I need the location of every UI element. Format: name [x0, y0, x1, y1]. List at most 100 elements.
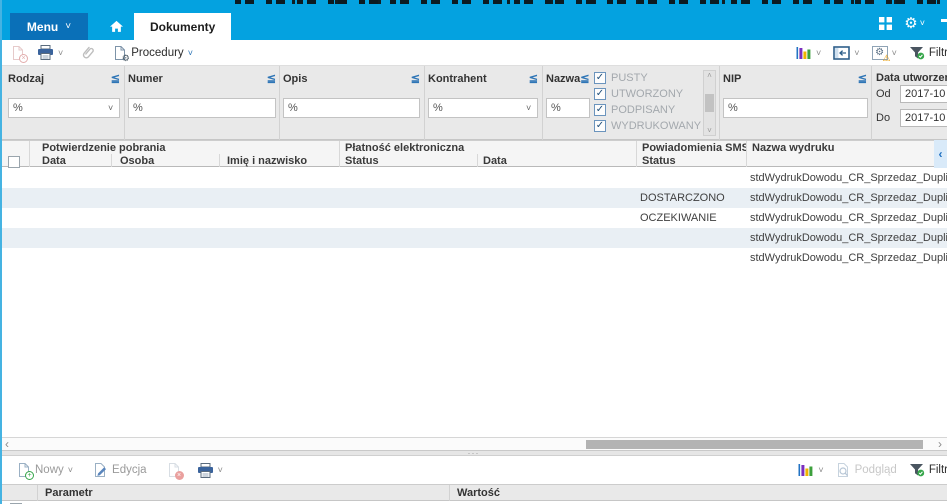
scrollbar-thumb[interactable] — [586, 440, 923, 449]
scroll-right-icon[interactable]: › — [933, 437, 947, 451]
filtr-label: Filtr — [928, 46, 947, 59]
app-window: Menu ˅ Dokumenty ⚙ ˅ × ˅ ⚙ Procedury ˅ ˅… — [0, 0, 947, 504]
clipped-background-content — [235, 0, 947, 4]
podglad-button[interactable]: Podgląd — [833, 460, 900, 480]
nowy-button[interactable]: + Nowy ˅ — [14, 460, 76, 480]
sort-icon[interactable]: ≦ — [411, 72, 420, 85]
column-header-osoba: Osoba — [112, 154, 220, 167]
delete-document-icon: × — [11, 45, 28, 63]
filter-header-numer: Numer ≦ — [128, 72, 276, 86]
params-toolbar: + Nowy ˅ Edycja × ˅ ˅ Podgląd Filtr — [0, 456, 947, 484]
cell-nazwa-wydruku: stdWydrukDowodu_CR_Sprzedaz_Duplik — [750, 232, 947, 244]
attachment-button[interactable] — [78, 43, 98, 62]
status-option-utworzony[interactable]: ✓ UTWORZONY — [594, 86, 716, 102]
statistics-button[interactable]: ˅ — [795, 461, 826, 479]
panel-left-arrow-icon — [833, 45, 851, 60]
scroll-up-icon[interactable]: ˄ — [707, 71, 712, 80]
filter-header-nazwa: Nazwa ≦ — [546, 72, 590, 86]
table-row[interactable]: stdWydrukDowodu_CR_Sprzedaz_Duplik — [0, 228, 947, 248]
table-row[interactable]: OCZEKIWANIE stdWydrukDowodu_CR_Sprzedaz_… — [0, 208, 947, 228]
new-document-icon: + — [17, 462, 34, 480]
table-row[interactable]: stdWydrukDowodu_CR_Sprzedaz_Duplik — [0, 168, 947, 188]
printer-icon — [197, 462, 213, 478]
window-left-border — [0, 0, 2, 504]
chevron-down-icon: ˅ — [919, 18, 925, 28]
apps-grid-button[interactable] — [879, 16, 893, 30]
print-button[interactable]: ˅ — [34, 43, 66, 62]
bar-chart-icon — [798, 464, 813, 476]
sort-icon[interactable]: ≦ — [858, 72, 867, 85]
chevron-down-icon: ˅ — [818, 465, 824, 475]
main-toolbar: × ˅ ⚙ Procedury ˅ ˅ ˅ ⚙ ⚠ ˅ Filtr — [0, 40, 947, 66]
podglad-label: Podgląd — [854, 464, 897, 476]
filter-params-button[interactable]: Filtr — [906, 461, 947, 479]
home-button[interactable] — [100, 13, 132, 40]
cell-sms-status: OCZEKIWANIE — [640, 212, 717, 224]
print-params-button[interactable]: ˅ — [194, 461, 226, 480]
panel-layout-button[interactable]: ˅ — [830, 44, 862, 62]
edycja-button[interactable]: Edycja — [90, 460, 150, 480]
group-header-powiadomienia-sms: Powiadomienia SMS — [637, 141, 747, 154]
status-option-pusty[interactable]: ✓ PUSTY — [594, 70, 716, 86]
scroll-down-icon[interactable]: ˅ — [707, 126, 712, 135]
tab-dokumenty[interactable]: Dokumenty — [134, 13, 232, 40]
status-option-wydrukowany[interactable]: ✓ WYDRUKOWANY — [594, 118, 716, 134]
numer-input[interactable] — [128, 98, 276, 118]
procedury-button[interactable]: ⚙ Procedury ˅ — [110, 43, 196, 63]
settings-button[interactable]: ⚙ ˅ — [904, 16, 925, 31]
chevron-down-icon: ˅ — [65, 21, 72, 32]
column-header-data-2: Data — [478, 154, 637, 167]
date-do-input[interactable] — [900, 109, 947, 127]
filter-panel: Rodzaj≦ ˅ Numer≦ Opis≦ Kontrahent≦ ˅ Naz… — [0, 66, 947, 140]
date-od-input[interactable] — [900, 85, 947, 103]
sort-icon[interactable]: ≦ — [267, 72, 276, 85]
group-header-potwierdzenie-pobrania: Potwierdzenie pobrania — [30, 141, 340, 154]
sort-icon[interactable]: ≦ — [529, 72, 538, 85]
scrollbar-thumb[interactable] — [705, 94, 714, 112]
table-row[interactable]: DOSTARCZONO stdWydrukDowodu_CR_Sprzedaz_… — [0, 188, 947, 208]
main-toolbar-right: ˅ ˅ ⚙ ⚠ ˅ Filtr — [793, 44, 947, 62]
grid-settings-button[interactable]: ⚙ ⚠ ˅ — [869, 44, 900, 62]
delete-param-button[interactable]: × — [164, 460, 184, 480]
gear-icon: ⚙ — [904, 14, 918, 32]
table-row[interactable]: stdWydrukDowodu_CR_Sprzedaz_Duplik — [0, 248, 947, 268]
chevron-down-icon: ˅ — [58, 47, 64, 58]
nazwa-input[interactable] — [546, 98, 590, 118]
nip-input[interactable] — [723, 98, 868, 118]
params-grid-header: Parametr Wartość — [0, 484, 947, 501]
checkbox-checked-icon[interactable]: ✓ — [594, 104, 606, 116]
filter-header-kontrahent: Kontrahent ≦ — [428, 72, 538, 86]
statistics-button[interactable]: ˅ — [793, 44, 824, 62]
sort-icon[interactable]: ≦ — [111, 72, 120, 85]
checkbox-checked-icon[interactable]: ✓ — [594, 72, 606, 84]
filter-button[interactable]: Filtr — [906, 44, 947, 62]
edit-icon — [93, 462, 108, 478]
minimize-button-partial[interactable] — [941, 19, 947, 22]
preview-icon — [836, 462, 851, 478]
gear-warning-icon: ⚙ ⚠ — [871, 45, 891, 62]
cell-nazwa-wydruku: stdWydrukDowodu_CR_Sprzedaz_Duplik — [750, 192, 947, 204]
column-header-imie-nazwisko: Imię i nazwisko — [220, 154, 340, 167]
rodzaj-select[interactable] — [8, 98, 120, 118]
kontrahent-select[interactable] — [428, 98, 538, 118]
status-list-scrollbar[interactable]: ˄ ˅ — [703, 70, 716, 136]
printer-icon — [38, 45, 53, 60]
status-option-podpisany[interactable]: ✓ PODPISANY — [594, 102, 716, 118]
checkbox-checked-icon[interactable]: ✓ — [594, 120, 606, 132]
od-label: Od — [876, 88, 891, 100]
column-header-status-platnosc: Status — [340, 154, 478, 167]
menu-button[interactable]: Menu ˅ — [10, 13, 88, 40]
delete-document-button[interactable]: × — [8, 43, 28, 63]
filtr-label: Filtr — [928, 464, 947, 476]
splitter-handle-icon: ··· — [467, 448, 480, 458]
sort-icon[interactable]: ≦ — [580, 72, 589, 85]
scroll-left-icon[interactable]: ‹ — [0, 437, 14, 451]
checkbox-checked-icon[interactable]: ✓ — [594, 88, 606, 100]
chevron-down-icon: ˅ — [187, 47, 193, 58]
nowy-label: Nowy — [35, 464, 64, 476]
grid-body: stdWydrukDowodu_CR_Sprzedaz_Duplik DOSTA… — [0, 168, 947, 268]
procedures-document-icon: ⚙ — [113, 45, 130, 62]
select-all-checkbox[interactable] — [8, 156, 20, 168]
opis-input[interactable] — [283, 98, 420, 118]
collapse-panel-button[interactable]: ‹ — [934, 140, 947, 168]
